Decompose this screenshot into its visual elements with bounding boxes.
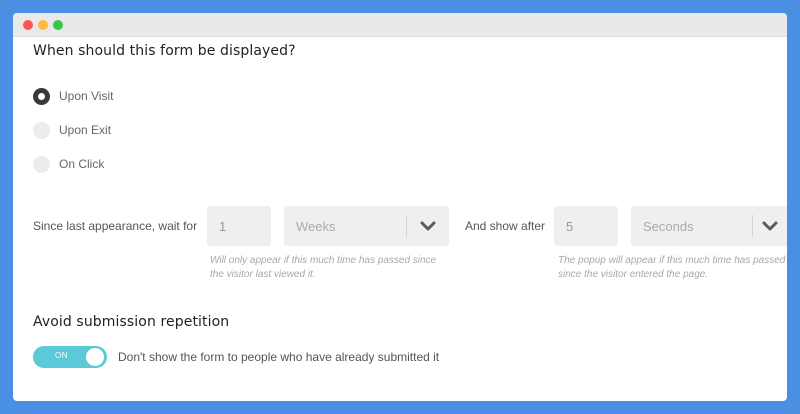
toggle-state-label: ON — [55, 351, 68, 360]
radio-selected-icon[interactable] — [33, 87, 50, 105]
delay-unit-value: Seconds — [643, 218, 694, 234]
wait-unit-value: Weeks — [296, 218, 336, 234]
radio-unselected-icon[interactable] — [33, 121, 50, 139]
repetition-description: Don't show the form to people who have a… — [118, 350, 440, 364]
delay-hint: The popup will appear if this much time … — [558, 254, 785, 282]
delay-amount-input[interactable] — [554, 206, 618, 246]
toggle-knob[interactable] — [86, 348, 104, 366]
wait-hint-line: Will only appear if this much time has p… — [210, 255, 437, 266]
delay-unit-select[interactable]: Seconds — [631, 206, 787, 246]
chevron-down-icon[interactable] — [753, 206, 787, 246]
repetition-toggle[interactable]: ON — [33, 346, 107, 368]
settings-panel: When should this form be displayed? Upon… — [13, 37, 787, 401]
delay-hint-line: since the visitor entered the page. — [558, 269, 709, 280]
display-heading: When should this form be displayed? — [33, 43, 296, 59]
radio-label-on-click: On Click — [59, 157, 105, 171]
maximize-window-button[interactable] — [53, 20, 63, 30]
repetition-heading: Avoid submission repetition — [33, 314, 230, 330]
chevron-down-icon[interactable] — [407, 206, 449, 246]
app-window: When should this form be displayed? Upon… — [13, 13, 787, 401]
wait-amount-input[interactable] — [207, 206, 271, 246]
radio-unselected-icon[interactable] — [33, 155, 50, 173]
close-window-button[interactable] — [23, 20, 33, 30]
radio-upon-visit[interactable]: Upon Visit — [33, 87, 113, 105]
radio-on-click[interactable]: On Click — [33, 155, 104, 173]
wait-hint-line: the visitor last viewed it. — [210, 269, 316, 280]
delay-hint-line: The popup will appear if this much time … — [558, 255, 786, 266]
wait-hint: Will only appear if this much time has p… — [210, 254, 436, 282]
radio-upon-exit[interactable]: Upon Exit — [33, 121, 111, 139]
minimize-window-button[interactable] — [38, 20, 48, 30]
window-titlebar — [13, 13, 787, 37]
wait-unit-select[interactable]: Weeks — [284, 206, 449, 246]
wait-label: Since last appearance, wait for — [33, 219, 198, 233]
radio-label-upon-exit: Upon Exit — [59, 123, 112, 137]
radio-label-upon-visit: Upon Visit — [59, 89, 114, 103]
delay-label: And show after — [465, 219, 546, 233]
